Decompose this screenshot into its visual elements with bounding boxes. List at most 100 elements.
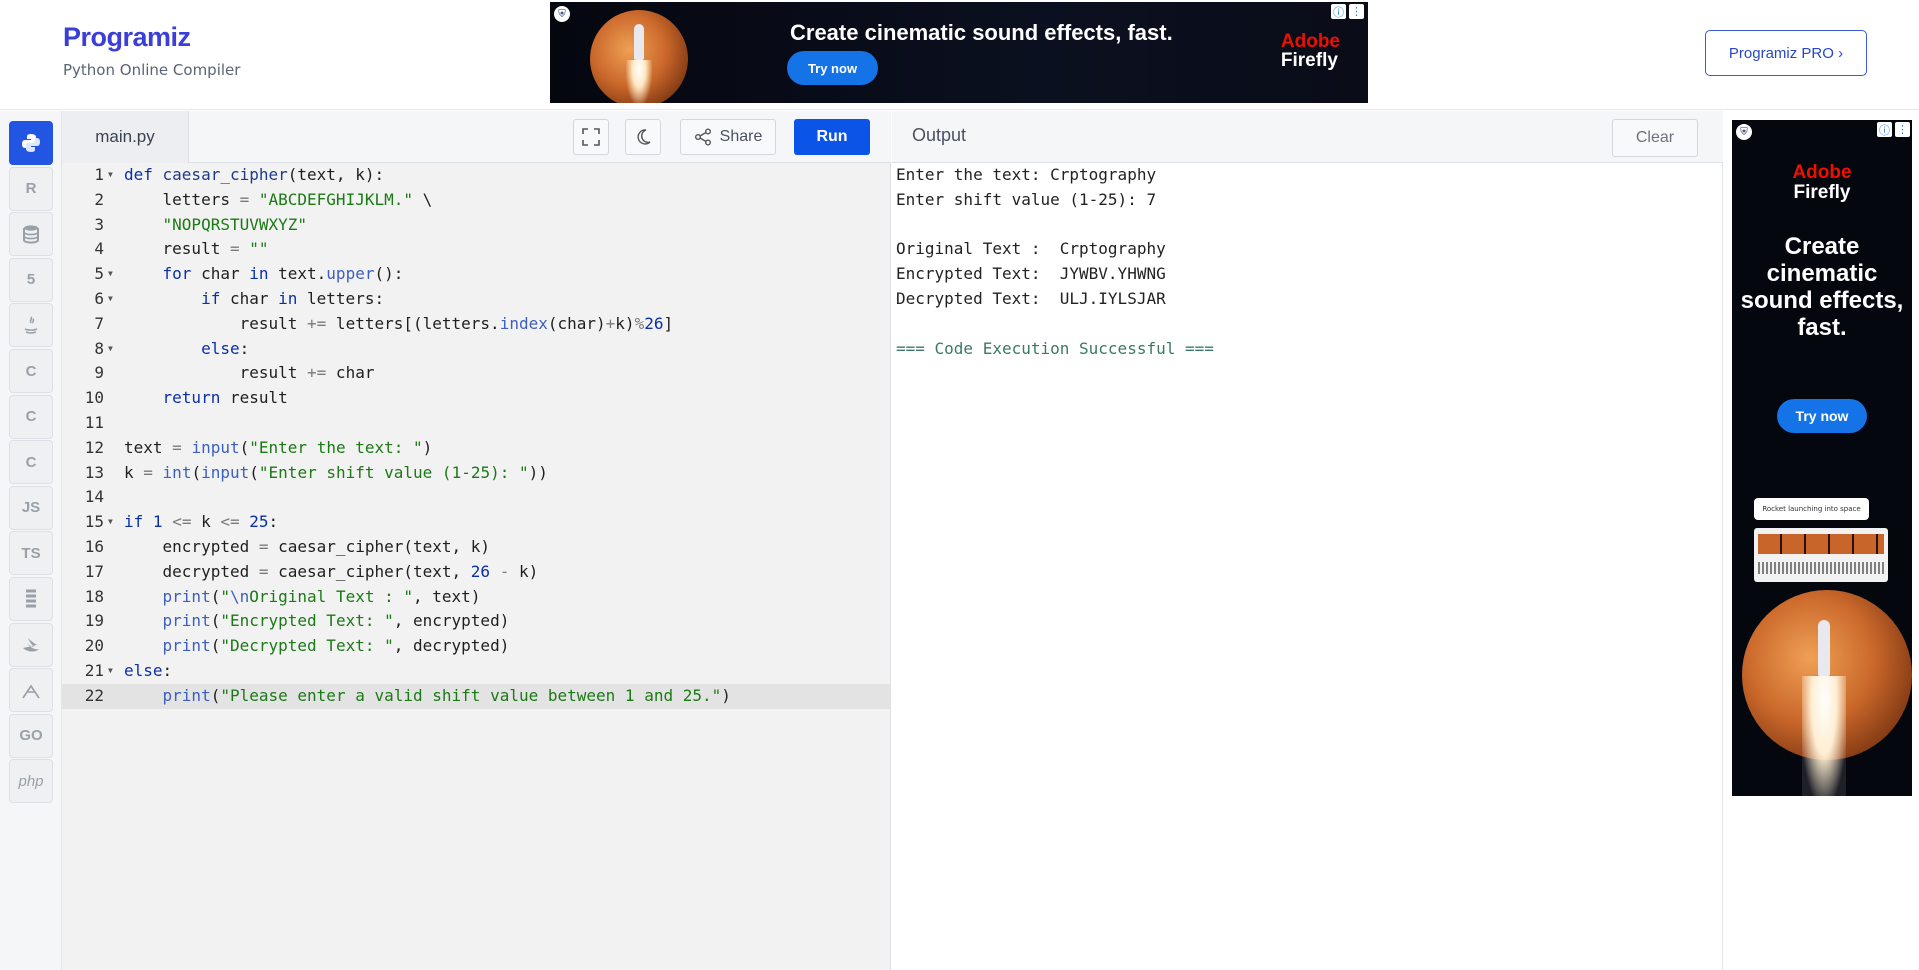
sidebar-lang-java[interactable] bbox=[9, 303, 53, 348]
sql-icon bbox=[20, 223, 42, 245]
code-text: text = input("Enter the text: ") bbox=[124, 436, 432, 461]
ad-menu-icon[interactable]: ⋮ bbox=[1349, 4, 1364, 19]
sidebar-lang-html[interactable]: 5 bbox=[9, 257, 53, 302]
line-number: 12 bbox=[84, 437, 104, 457]
code-token: text. bbox=[268, 264, 327, 284]
top-ad-banner[interactable]: ⛨ Create cinematic sound effects, fast. … bbox=[550, 2, 1368, 103]
output-console[interactable]: Enter the text: Crptography Enter shift v… bbox=[896, 163, 1214, 361]
code-token: input bbox=[191, 437, 240, 457]
line-number: 11 bbox=[84, 412, 104, 432]
code-token: ( bbox=[249, 462, 259, 482]
code-token: 25 bbox=[249, 512, 269, 532]
code-line[interactable]: 16 encrypted = caesar_cipher(text, k) bbox=[62, 535, 891, 560]
sidebar-lang-php[interactable]: php bbox=[9, 759, 53, 804]
sidebar-lang-js[interactable]: JS bbox=[9, 485, 53, 530]
kotlin-icon bbox=[20, 679, 42, 701]
code-line[interactable]: 2 letters = "ABCDEFGHIJKLM." \ bbox=[62, 188, 891, 213]
code-text: for char in text.upper(): bbox=[124, 262, 404, 287]
sidebar-lang-kotlin[interactable] bbox=[9, 668, 53, 713]
code-line[interactable]: 1 ▼ def caesar_cipher(text, k): bbox=[62, 163, 891, 188]
code-line[interactable]: 17 decrypted = caesar_cipher(text, 26 - … bbox=[62, 560, 891, 585]
sidebar-lang-python[interactable] bbox=[9, 121, 53, 165]
ad-try-now-button[interactable]: Try now bbox=[787, 51, 878, 85]
code-line[interactable]: 13 k = int(input("Enter shift value (1-25… bbox=[62, 461, 891, 486]
sidebar-lang-sql[interactable] bbox=[9, 212, 53, 257]
page-subtitle: Python Online Compiler bbox=[63, 61, 241, 79]
code-token: char bbox=[326, 363, 375, 383]
fold-arrow-icon[interactable]: ▼ bbox=[108, 659, 113, 684]
code-line[interactable]: 7 result += letters[(letters.index(char)… bbox=[62, 312, 891, 337]
code-token: input bbox=[201, 462, 250, 482]
code-line[interactable]: 6 ▼ if char in letters: bbox=[62, 287, 891, 312]
ad-try-now-button[interactable]: Try now bbox=[1777, 399, 1867, 433]
ad-headline: Create cinematic sound effects, fast. bbox=[790, 20, 1173, 45]
code-line[interactable]: 14 bbox=[62, 485, 891, 510]
fold-arrow-icon[interactable]: ▼ bbox=[108, 510, 113, 535]
code-line[interactable]: 10 return result bbox=[62, 386, 891, 411]
code-line[interactable]: 5 ▼ for char in text.upper(): bbox=[62, 262, 891, 287]
sidebar-lang-cpp[interactable]: C bbox=[9, 394, 53, 439]
code-token: 26 bbox=[470, 561, 491, 581]
sidebar-lang-csharp[interactable]: C bbox=[9, 440, 53, 485]
code-token: \n bbox=[229, 586, 250, 606]
fold-arrow-icon[interactable]: ▼ bbox=[108, 262, 113, 287]
code-line[interactable]: 3 "NOPQRSTUVWXYZ" bbox=[62, 213, 891, 238]
code-token: result bbox=[220, 388, 288, 408]
code-editor[interactable]: 1 ▼ def caesar_cipher(text, k): 2 letters =… bbox=[62, 163, 891, 709]
code-line[interactable]: 19 print("Encrypted Text: ", encrypted) bbox=[62, 609, 891, 634]
code-line[interactable]: 21 ▼ else: bbox=[62, 659, 891, 684]
clear-button[interactable]: Clear bbox=[1612, 119, 1698, 157]
line-number: 8 bbox=[94, 338, 104, 358]
sidebar-lang-c[interactable]: C bbox=[9, 349, 53, 393]
ad-info-icon[interactable]: ⓘ bbox=[1331, 4, 1346, 19]
file-tab-main-py[interactable]: main.py bbox=[62, 111, 189, 163]
run-button[interactable]: Run bbox=[794, 119, 870, 155]
code-text: encrypted = caesar_cipher(text, k) bbox=[124, 535, 491, 560]
code-line[interactable]: 18 print("\nOriginal Text : ", text) bbox=[62, 585, 891, 610]
code-token: "" bbox=[239, 239, 269, 259]
code-line[interactable]: 20 print("Decrypted Text: ", decrypted) bbox=[62, 634, 891, 659]
line-number: 1 bbox=[94, 165, 104, 184]
programiz-pro-button[interactable]: Programiz PRO › bbox=[1705, 30, 1867, 76]
code-token: letters bbox=[124, 189, 240, 209]
fold-arrow-icon[interactable]: ▼ bbox=[108, 337, 113, 362]
ad-caption: Rocket launching into space bbox=[1754, 498, 1869, 520]
fold-arrow-icon[interactable]: ▼ bbox=[108, 163, 113, 188]
side-ad-banner[interactable]: ⛨ ⓘ ⋮ Adobe Firefly Create cinematic sou… bbox=[1732, 120, 1912, 796]
ad-shield-icon: ⛨ bbox=[1736, 124, 1752, 140]
ad-brand-adobe: Adobe bbox=[1280, 31, 1340, 52]
fold-arrow-icon[interactable]: ▼ bbox=[108, 287, 113, 312]
ad-menu-icon[interactable]: ⋮ bbox=[1895, 122, 1910, 137]
ad-info-icon[interactable]: ⓘ bbox=[1877, 122, 1892, 137]
sidebar-lang-ts[interactable]: TS bbox=[9, 531, 53, 576]
brand[interactable]: Programiz Python Online Compiler bbox=[63, 22, 240, 79]
code-line[interactable]: 11 bbox=[62, 411, 891, 436]
code-line[interactable]: 4 result = "" bbox=[62, 237, 891, 262]
sidebar-lang-go[interactable]: GO bbox=[9, 713, 53, 758]
output-header: Output Clear bbox=[892, 111, 1723, 163]
fullscreen-button[interactable] bbox=[573, 119, 609, 155]
code-line[interactable]: 12 text = input("Enter the text: ") bbox=[62, 436, 891, 461]
code-line[interactable]: 22 print("Please enter a valid shift val… bbox=[62, 683, 891, 709]
share-button[interactable]: Share bbox=[680, 119, 776, 155]
sidebar-lang-rust[interactable] bbox=[9, 577, 53, 621]
programiz-logo[interactable]: Programiz bbox=[63, 22, 240, 53]
code-text: def caesar_cipher(text, k): bbox=[124, 163, 384, 188]
line-number: 13 bbox=[84, 462, 104, 482]
sidebar-lang-r[interactable]: R bbox=[9, 166, 53, 211]
ad-brand-firefly: Firefly bbox=[1793, 182, 1851, 203]
code-text: return result bbox=[124, 386, 288, 411]
code-token: "ABCDEFGHIJKLM." bbox=[249, 189, 413, 209]
code-line[interactable]: 15 ▼ if 1 <= k <= 25: bbox=[62, 510, 891, 535]
code-token: in bbox=[249, 264, 269, 284]
sidebar-lang-swift[interactable] bbox=[9, 622, 53, 667]
code-token: ( bbox=[210, 586, 221, 606]
code-token: if bbox=[124, 288, 221, 308]
code-line[interactable]: 8 ▼ else: bbox=[62, 337, 891, 362]
dark-mode-button[interactable] bbox=[625, 119, 661, 155]
line-number: 5 bbox=[94, 264, 104, 284]
output-line: Enter the text: Crptography bbox=[896, 165, 1157, 184]
code-line[interactable]: 9 result += char bbox=[62, 361, 891, 386]
